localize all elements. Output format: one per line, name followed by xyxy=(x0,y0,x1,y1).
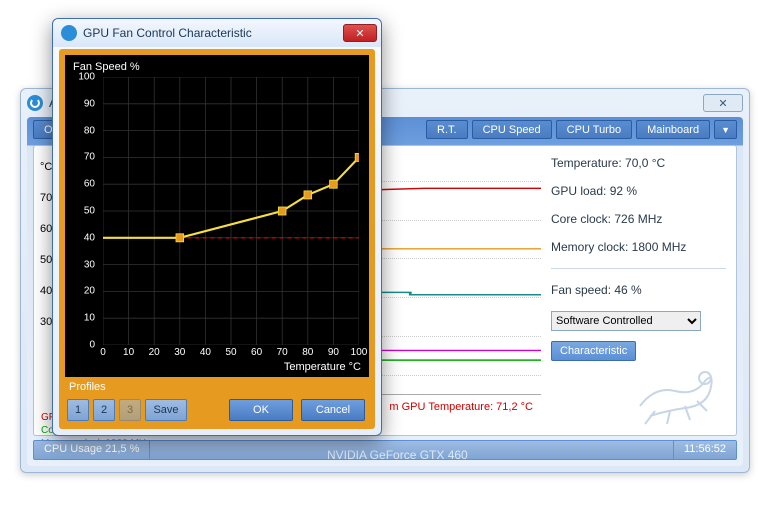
fan-curve-dialog: GPU Fan Control Characteristic ✕ Fan Spe… xyxy=(52,18,382,436)
control-point[interactable] xyxy=(304,191,312,199)
dialog-app-icon xyxy=(61,25,77,41)
dialog-close-button[interactable]: ✕ xyxy=(343,24,377,42)
dialog-body: Fan Speed % Temperature °C 0102030405060… xyxy=(59,49,375,429)
info-fan-speed: Fan speed: 46 % xyxy=(551,283,726,297)
dialog-title: GPU Fan Control Characteristic xyxy=(83,26,252,40)
profiles-label: Profiles xyxy=(69,381,106,393)
status-cpu: CPU Usage 21,5 % xyxy=(34,441,150,459)
characteristic-button[interactable]: Characteristic xyxy=(551,341,636,361)
left-axis: °C 70 60 50 40 30 xyxy=(40,152,52,338)
cancel-button[interactable]: Cancel xyxy=(301,399,365,421)
save-button[interactable]: Save xyxy=(145,399,187,421)
axis-unit: °C xyxy=(40,152,52,183)
info-panel: Temperature: 70,0 °C GPU load: 92 % Core… xyxy=(551,156,726,361)
tab-dropdown[interactable]: ▼ xyxy=(714,120,737,139)
gpu-name: NVIDIA GeForce GTX 460 xyxy=(327,448,468,462)
profile-1-button[interactable]: 1 xyxy=(67,399,89,421)
chart-xticks: 0102030405060708090100 xyxy=(103,347,359,359)
control-point[interactable] xyxy=(355,153,359,161)
tab-mainboard[interactable]: Mainboard xyxy=(636,120,710,139)
profile-3-button[interactable]: 3 xyxy=(119,399,141,421)
gecko-logo xyxy=(625,356,725,426)
profile-2-button[interactable]: 2 xyxy=(93,399,115,421)
fan-curve-chart: Fan Speed % Temperature °C 0102030405060… xyxy=(65,55,369,377)
dialog-titlebar[interactable]: GPU Fan Control Characteristic ✕ xyxy=(53,19,381,47)
control-point[interactable] xyxy=(330,180,338,188)
chart-xlabel: Temperature °C xyxy=(284,361,361,373)
status-time: 11:56:52 xyxy=(674,441,736,459)
tab-cpu-turbo[interactable]: CPU Turbo xyxy=(556,120,632,139)
control-point[interactable] xyxy=(278,207,286,215)
profiles-row: Profiles 1 2 3 Save OK Cancel xyxy=(65,381,369,423)
tab-rt[interactable]: R.T. xyxy=(426,120,468,139)
control-point[interactable] xyxy=(176,234,184,242)
chart-yticks: 0102030405060708090100 xyxy=(65,77,99,345)
info-core-clock: Core clock: 726 MHz xyxy=(551,212,726,226)
fan-mode-select[interactable]: Software Controlled xyxy=(551,311,701,331)
info-memory-clock: Memory clock: 1800 MHz xyxy=(551,240,726,254)
app-icon xyxy=(27,95,43,111)
info-gpu-load: GPU load: 92 % xyxy=(551,184,726,198)
main-close-button[interactable]: ✕ xyxy=(703,94,743,112)
tab-cpu-speed[interactable]: CPU Speed xyxy=(472,120,552,139)
chart-plot-area[interactable] xyxy=(103,77,359,345)
info-temperature: Temperature: 70,0 °C xyxy=(551,156,726,170)
ok-button[interactable]: OK xyxy=(229,399,293,421)
